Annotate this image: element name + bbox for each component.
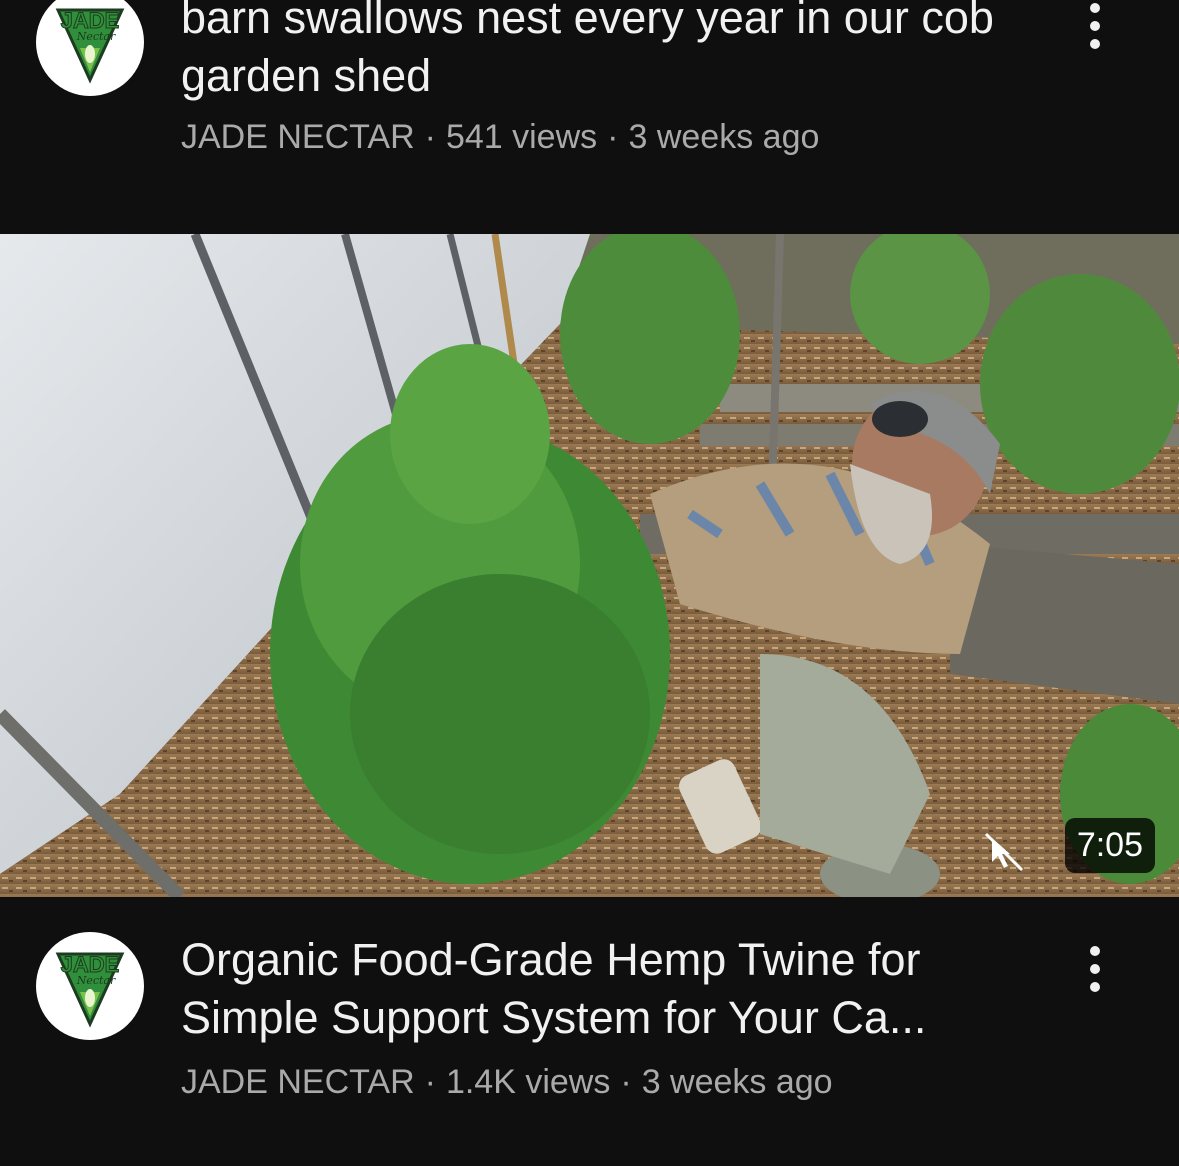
menu-dot: [1090, 946, 1100, 956]
video-subtitle: JADE NECTAR · 1.4K views · 3 weeks ago: [181, 1063, 833, 1102]
logo-script: Nectar: [76, 974, 116, 987]
separator: ·: [424, 118, 436, 156]
channel-avatar[interactable]: JADE Nectar: [36, 0, 144, 96]
video-title[interactable]: Organic Food-Grade Hemp Twine for Simple…: [181, 931, 1041, 1047]
more-vertical-icon[interactable]: [1075, 0, 1115, 56]
no-cast-icon: [984, 832, 1024, 872]
menu-dot: [1090, 3, 1100, 13]
video-meta-row-2: JADE Nectar Organic Food-Grade Hemp Twin…: [0, 897, 1179, 1166]
upload-age: 3 weeks ago: [641, 1063, 833, 1101]
view-count: 1.4K views: [445, 1063, 611, 1101]
menu-dot: [1090, 21, 1100, 31]
jade-nectar-logo-icon: JADE Nectar: [55, 952, 125, 1028]
duration-badge: 7:05: [1064, 818, 1155, 873]
channel-name[interactable]: JADE NECTAR: [181, 1063, 415, 1101]
logo-script: Nectar: [76, 30, 116, 43]
channel-avatar[interactable]: JADE Nectar: [36, 932, 144, 1040]
separator: ·: [424, 1063, 436, 1101]
menu-dot: [1090, 39, 1100, 49]
menu-dot: [1090, 964, 1100, 974]
menu-dot: [1090, 982, 1100, 992]
separator: ·: [620, 1063, 632, 1101]
upload-age: 3 weeks ago: [628, 118, 820, 156]
video-title[interactable]: barn swallows nest every year in our cob…: [181, 0, 1041, 105]
view-count: 541 views: [445, 118, 598, 156]
jade-nectar-logo-icon: JADE Nectar: [55, 8, 125, 84]
video-subtitle: JADE NECTAR · 541 views · 3 weeks ago: [181, 118, 819, 157]
separator: ·: [607, 118, 619, 156]
more-vertical-icon[interactable]: [1075, 939, 1115, 999]
video-meta-row-1: JADE Nectar barn swallows nest every yea…: [0, 0, 1179, 200]
video-thumbnail[interactable]: 7:05: [0, 234, 1179, 897]
thumbnail-image: [0, 234, 1179, 897]
channel-name[interactable]: JADE NECTAR: [181, 118, 415, 156]
